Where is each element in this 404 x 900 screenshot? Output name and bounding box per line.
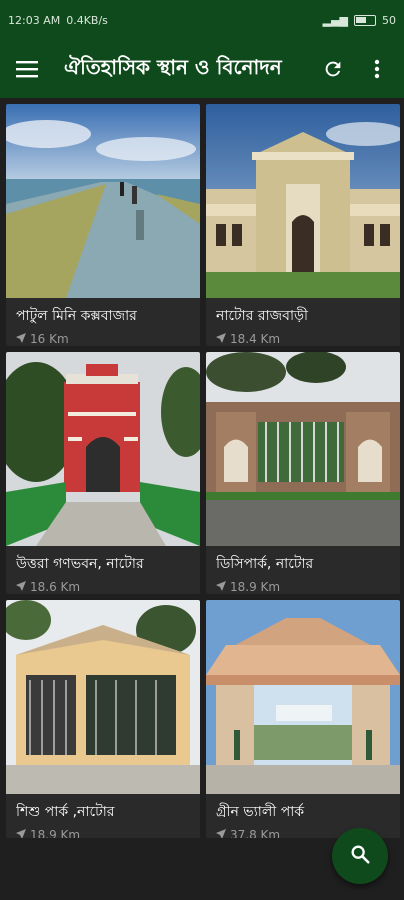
place-name: পাটুল মিনি কক্সবাজার: [16, 308, 137, 324]
place-image: [206, 352, 400, 546]
place-name: নাটোর রাজবাড়ী: [216, 308, 309, 324]
navigation-icon: [216, 580, 226, 594]
place-card[interactable]: শিশু পার্ক ,নাটোর 18.9 Km: [6, 600, 200, 842]
signal-icon: ▂▄▆: [322, 13, 348, 27]
navigation-icon: [216, 332, 226, 346]
place-distance: 18.6 Km: [30, 580, 81, 594]
page-title: ঐতিহাসিক স্থান ও বিনোদন: [64, 54, 282, 79]
places-grid: পাটুল মিনি কক্সবাজার 16 Km নাটোর রাজবাড়…: [0, 98, 404, 848]
search-button[interactable]: [332, 828, 388, 884]
place-image: [6, 352, 200, 546]
navigation-icon: [16, 580, 26, 594]
place-name: গ্রীন ভ্যালী পার্ক: [216, 804, 305, 820]
search-icon: [349, 843, 371, 869]
battery-icon: [354, 14, 376, 26]
place-image: [206, 104, 400, 298]
app-bar: ঐতিহাসিক স্থান ও বিনোদন: [0, 40, 404, 98]
place-distance: 16 Km: [30, 332, 69, 346]
place-card[interactable]: ডিসিপার্ক, নাটোর 18.9 Km: [206, 352, 400, 594]
refresh-icon[interactable]: [318, 54, 348, 84]
place-name: শিশু পার্ক ,নাটোর: [16, 804, 115, 820]
place-image: [6, 600, 200, 794]
place-distance: 18.4 Km: [230, 332, 281, 346]
status-time: 12:03 AM: [8, 13, 61, 27]
status-speed: 0.4KB/s: [66, 13, 108, 27]
place-distance: 18.9 Km: [230, 580, 281, 594]
place-name: ডিসিপার্ক, নাটোর: [216, 556, 314, 572]
place-card[interactable]: উত্তরা গণভবন, নাটোর 18.6 Km: [6, 352, 200, 594]
place-image: [206, 600, 400, 794]
place-card[interactable]: গ্রীন ভ্যালী পার্ক 37.8 Km: [206, 600, 400, 842]
place-card[interactable]: নাটোর রাজবাড়ী 18.4 Km: [206, 104, 400, 346]
status-bar: 12:03 AM 0.4KB/s ▂▄▆ 50: [0, 0, 404, 40]
more-vert-icon[interactable]: [362, 54, 392, 84]
menu-icon[interactable]: [12, 54, 42, 84]
navigation-icon: [16, 332, 26, 346]
place-image: [6, 104, 200, 298]
battery-level: 50: [382, 13, 396, 27]
place-card[interactable]: পাটুল মিনি কক্সবাজার 16 Km: [6, 104, 200, 346]
place-name: উত্তরা গণভবন, নাটোর: [16, 556, 144, 572]
